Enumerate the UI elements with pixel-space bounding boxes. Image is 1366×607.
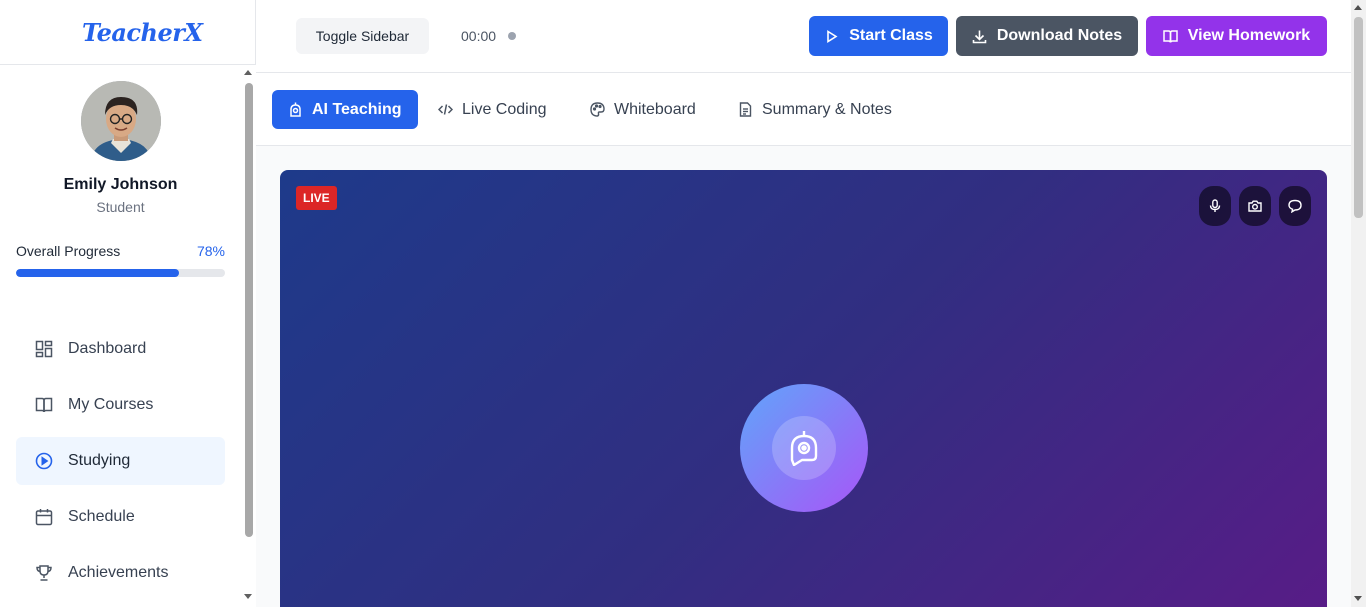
sidebar-item-dashboard[interactable]: Dashboard — [16, 325, 225, 373]
start-class-button[interactable]: Start Class — [809, 16, 948, 56]
chat-button[interactable] — [1279, 186, 1311, 226]
sidebar-item-label: Studying — [68, 452, 131, 469]
chat-bubble-icon — [1288, 199, 1302, 213]
camera-button[interactable] — [1239, 186, 1271, 226]
toggle-sidebar-button[interactable]: Toggle Sidebar — [296, 18, 429, 54]
sidebar-item-label: Achievements — [68, 564, 169, 581]
bot-icon — [290, 102, 301, 117]
page-scroll-thumb[interactable] — [1354, 17, 1363, 218]
app-logo[interactable]: TeacherX — [82, 18, 203, 47]
book-open-icon — [1163, 29, 1178, 43]
tab-live-coding[interactable]: Live Coding — [422, 90, 563, 129]
tab-ai-teaching[interactable]: AI Teaching — [272, 90, 418, 129]
sidebar-item-studying[interactable]: Studying — [16, 437, 225, 485]
avatar — [81, 81, 161, 161]
sidebar-scrollbar[interactable] — [241, 65, 256, 607]
calendar-icon — [35, 509, 53, 526]
palette-icon — [590, 102, 605, 117]
ai-bot-icon — [790, 431, 818, 466]
progress-label: Overall Progress — [16, 243, 121, 259]
live-badge: LIVE — [296, 186, 337, 210]
sidebar-scroll-thumb[interactable] — [245, 83, 253, 537]
download-notes-button[interactable]: Download Notes — [956, 16, 1138, 56]
sidebar: TeacherX Emily Johnson Student Overall P… — [0, 0, 256, 607]
app-root: TeacherX Emily Johnson Student Overall P… — [0, 0, 1366, 607]
tab-label: Summary & Notes — [762, 100, 892, 118]
mode-tabs: AI Teaching Live Coding Whiteboard Summa… — [256, 73, 1351, 146]
sidebar-item-achievements[interactable]: Achievements — [16, 549, 225, 597]
logo-bar: TeacherX — [0, 0, 255, 65]
tab-whiteboard[interactable]: Whiteboard — [574, 90, 712, 129]
tab-label: AI Teaching — [312, 100, 402, 118]
tab-summary-notes[interactable]: Summary & Notes — [722, 90, 908, 129]
avatar-image — [81, 81, 161, 161]
start-class-label: Start Class — [849, 27, 933, 44]
sidebar-item-schedule[interactable]: Schedule — [16, 493, 225, 541]
play-icon — [827, 29, 838, 43]
document-icon — [739, 102, 752, 117]
microphone-button[interactable] — [1199, 186, 1231, 226]
main-content: LIVE — [256, 146, 1351, 607]
ai-teacher-avatar-inner — [772, 416, 836, 480]
page-scroll-up-icon[interactable] — [1354, 5, 1362, 10]
progress-value: 78% — [196, 243, 225, 259]
tab-label: Whiteboard — [614, 100, 696, 118]
class-timer: 00:00 — [461, 28, 497, 44]
play-circle-icon — [35, 452, 53, 470]
sidebar-content: Emily Johnson Student Overall Progress 7… — [0, 65, 241, 607]
sidebar-item-label: My Courses — [68, 396, 154, 413]
download-notes-label: Download Notes — [996, 27, 1123, 44]
view-homework-button[interactable]: View Homework — [1146, 16, 1327, 56]
recording-status-dot — [508, 32, 516, 40]
dashboard-icon — [35, 340, 53, 358]
sidebar-item-label: Dashboard — [68, 340, 147, 357]
tab-label: Live Coding — [462, 100, 547, 118]
sidebar-nav: Dashboard My Courses Studying Schedule A… — [16, 325, 225, 605]
code-icon — [438, 104, 453, 115]
book-icon — [35, 397, 53, 413]
microphone-icon — [1209, 199, 1221, 212]
user-name: Emily Johnson — [63, 176, 178, 193]
progress-bar-fill — [16, 269, 180, 277]
page-scrollbar[interactable] — [1351, 0, 1366, 607]
download-icon — [972, 30, 987, 43]
scroll-up-arrow-icon[interactable] — [244, 70, 252, 75]
view-homework-label: View Homework — [1187, 27, 1311, 44]
ai-teaching-stage: LIVE — [280, 170, 1327, 607]
user-role: Student — [96, 199, 145, 215]
sidebar-item-label: Schedule — [68, 508, 135, 525]
page-scroll-down-icon[interactable] — [1354, 596, 1362, 601]
sidebar-item-my-courses[interactable]: My Courses — [16, 381, 225, 429]
progress-bar — [16, 269, 225, 277]
camera-icon — [1248, 200, 1262, 212]
ai-teacher-avatar — [740, 384, 868, 512]
trophy-icon — [36, 565, 52, 581]
top-header: Toggle Sidebar 00:00 Start Class Downloa… — [256, 0, 1351, 73]
scroll-down-arrow-icon[interactable] — [244, 594, 252, 599]
